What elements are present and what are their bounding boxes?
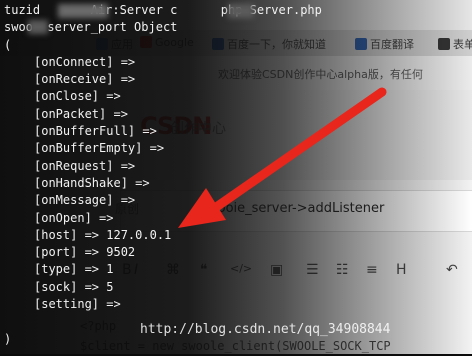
watermark: http://blog.csdn.net/qq_34908844 <box>140 322 391 337</box>
annotation-arrow-icon <box>178 87 387 228</box>
arrow-shaft <box>207 87 387 215</box>
